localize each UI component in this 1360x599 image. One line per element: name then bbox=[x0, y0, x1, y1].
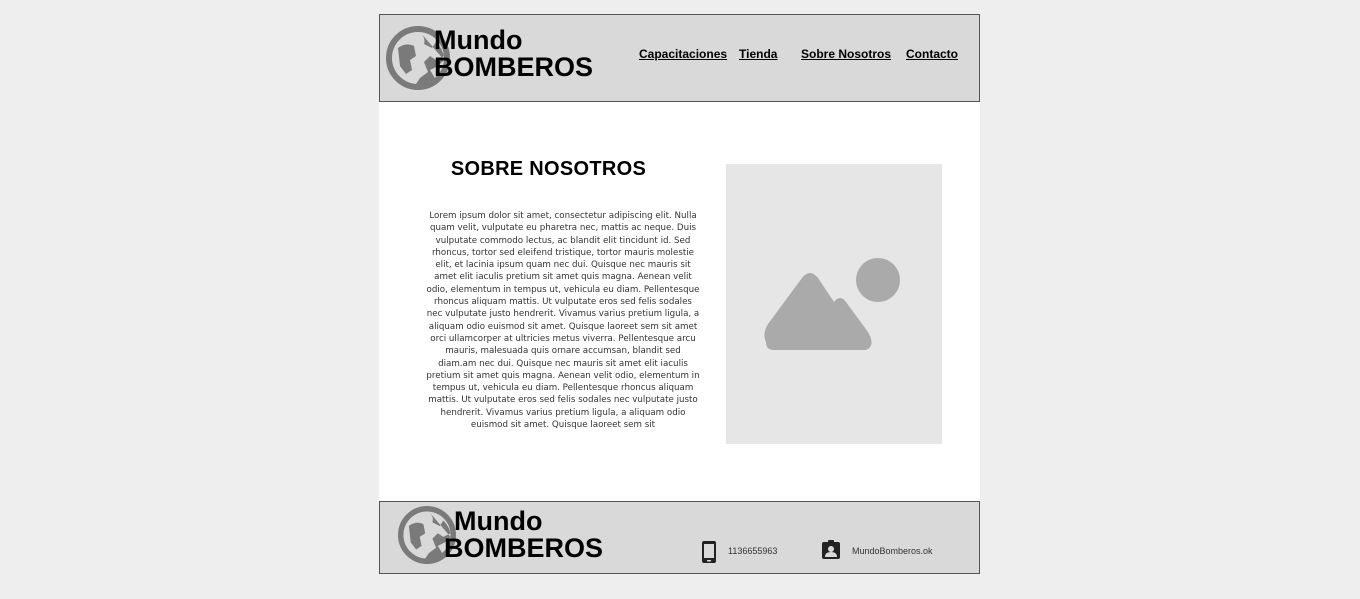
image-placeholder bbox=[726, 164, 942, 444]
page: Mundo BOMBEROS Capacitaciones Tienda Sob… bbox=[379, 14, 980, 574]
nav-contacto[interactable]: Contacto bbox=[906, 47, 958, 61]
site-header: Mundo BOMBEROS Capacitaciones Tienda Sob… bbox=[379, 14, 980, 102]
nav-capacitaciones[interactable]: Capacitaciones bbox=[639, 47, 727, 61]
image-placeholder-icon bbox=[764, 258, 900, 350]
brand-line-2: BOMBEROS bbox=[434, 52, 594, 82]
account-name: MundoBomberos.ok bbox=[852, 546, 933, 556]
brand-name[interactable]: Mundo BOMBEROS bbox=[434, 27, 593, 81]
footer-brand-line-1: Mundo bbox=[454, 506, 543, 536]
phone-number: 1136655963 bbox=[728, 546, 778, 556]
smartphone-icon bbox=[702, 541, 716, 563]
footer-brand-name: Mundo BOMBEROS bbox=[444, 508, 603, 562]
about-text: Lorem ipsum dolor sit amet, consectetur … bbox=[426, 211, 700, 431]
footer-brand-line-2: BOMBEROS bbox=[444, 533, 604, 563]
page-title: SOBRE NOSOTROS bbox=[450, 158, 647, 180]
site-footer: Mundo BOMBEROS 1136655963 MundoBomberos.… bbox=[379, 501, 980, 574]
nav-tienda[interactable]: Tienda bbox=[739, 47, 777, 61]
contact-badge-icon bbox=[822, 540, 840, 559]
brand-line-1: Mundo bbox=[434, 25, 523, 55]
nav-sobre-nosotros[interactable]: Sobre Nosotros bbox=[801, 47, 891, 61]
